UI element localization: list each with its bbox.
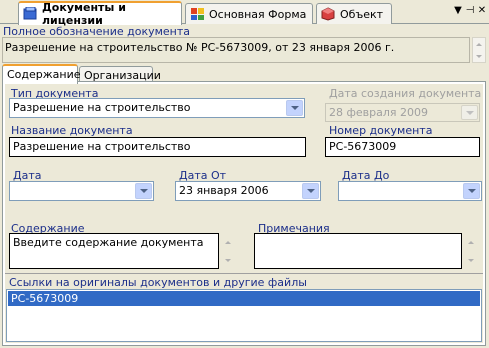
notes-scrollbar[interactable] (464, 233, 478, 269)
pin-button[interactable]: ⊣ (464, 5, 476, 16)
doc-number-label: Номер документа (329, 124, 433, 137)
created-date-value: 28 февраля 2009 (329, 106, 429, 119)
doc-type-value: Разрешение на строительство (13, 101, 191, 114)
object-icon (321, 7, 336, 21)
scroll-down-icon[interactable] (464, 253, 478, 267)
date-picker[interactable] (9, 181, 154, 201)
links-list[interactable]: РС-5673009 (6, 289, 482, 342)
date-from-value: 23 января 2006 (179, 184, 269, 197)
tab-object-label: Объект (340, 7, 384, 21)
close-icon: ✕ (477, 5, 487, 16)
links-pane: Ссылки на оригиналы документов и другие … (5, 272, 483, 343)
content-notes-pane: Содержание Введите содержание документа … (5, 218, 483, 272)
scroll-up-icon[interactable] (464, 235, 478, 249)
doc-type-select[interactable]: Разрешение на строительство (9, 98, 305, 118)
pin-icon: ⊣ (465, 5, 475, 16)
close-button[interactable]: ✕ (476, 5, 488, 16)
created-date-picker: 28 февраля 2009 (325, 103, 480, 122)
content-scrollbar[interactable] (221, 233, 235, 269)
tab-content-label: Содержание (7, 68, 81, 81)
tab-main-form-label: Основная Форма (209, 7, 307, 21)
scroll-up-icon[interactable] (473, 38, 485, 50)
date-from-picker[interactable]: 23 января 2006 (175, 181, 321, 201)
notes-textarea[interactable] (254, 233, 462, 269)
chevron-down-icon[interactable] (286, 100, 303, 116)
chevron-down-icon[interactable] (135, 183, 152, 199)
date-to-picker[interactable] (338, 181, 482, 201)
tab-content[interactable]: Содержание (2, 64, 81, 84)
tab-documents[interactable]: Документы и лицензии (18, 1, 182, 27)
content-textarea[interactable]: Введите содержание документа (9, 233, 219, 269)
document-tab-strip: Документы и лицензии Основная Форма Объе… (0, 0, 489, 27)
list-item[interactable]: РС-5673009 (8, 291, 480, 306)
form-pane: Тип документа Разрешение на строительств… (5, 84, 483, 218)
tab-documents-label: Документы и лицензии (42, 1, 126, 27)
chevron-down-icon[interactable] (302, 183, 319, 199)
chevron-down-icon: ▼ (454, 5, 462, 16)
divider (5, 273, 483, 274)
documents-icon (23, 6, 38, 21)
scroll-up-icon[interactable] (221, 235, 235, 249)
doc-number-field[interactable]: РС-5673009 (325, 137, 480, 157)
scroll-down-icon[interactable] (473, 50, 485, 62)
tab-main-form[interactable]: Основная Форма (185, 3, 313, 24)
full-name-scrollbar[interactable] (472, 37, 486, 63)
created-date-label: Дата создания документа (329, 87, 482, 100)
doc-name-label: Название документа (11, 124, 133, 137)
scroll-down-icon[interactable] (221, 253, 235, 267)
chevron-down-icon (461, 105, 478, 120)
links-label: Ссылки на оригиналы документов и другие … (9, 276, 307, 289)
content-panel: Тип документа Разрешение на строительств… (2, 81, 486, 346)
window-menu-button[interactable]: ▼ (452, 5, 464, 16)
chevron-down-icon[interactable] (463, 183, 480, 199)
tab-object[interactable]: Объект (316, 3, 392, 24)
doc-name-field[interactable]: Разрешение на строительство (9, 137, 306, 157)
form-icon (190, 7, 205, 21)
full-name-field[interactable]: Разрешение на строительство № РС-5673009… (2, 37, 470, 63)
